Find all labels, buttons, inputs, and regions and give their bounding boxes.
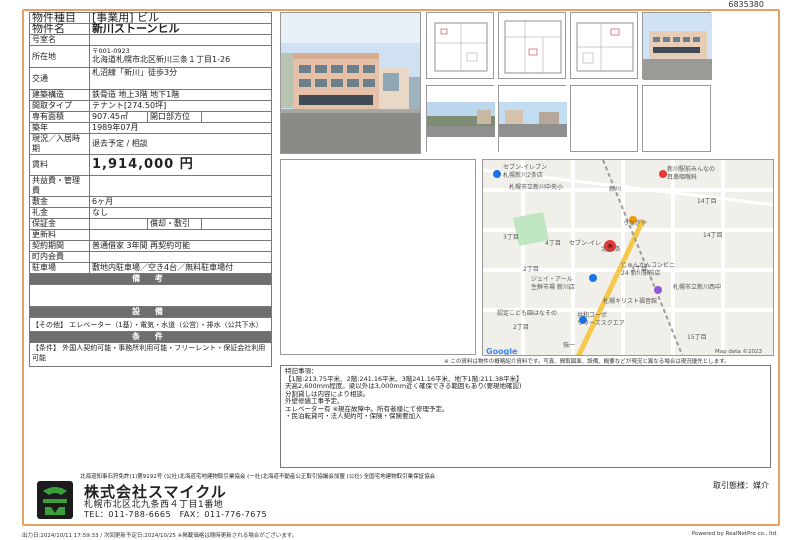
built-label: 築年 <box>29 122 90 134</box>
built-value: 1989年07月 <box>89 122 272 134</box>
map-label: 新川 <box>609 185 621 193</box>
map-label: 14丁目 <box>703 232 723 239</box>
town-fee-label: 町内会費 <box>29 251 90 263</box>
key-money-label: 礼金 <box>29 207 90 219</box>
renewal-label: 更新料 <box>29 229 90 241</box>
company-contact: TEL：011-788-6665 FAX：011-776-7675 <box>84 510 268 519</box>
traffic-value: 札沼線「新川」徒歩3分 <box>89 67 272 90</box>
print-info: 出力日:2024/10/11 17:59:33 / 次回更新予定日:2024/1… <box>22 533 298 539</box>
map-label: 新川駅前みんなの <box>667 165 715 173</box>
renewal-value <box>89 229 272 241</box>
map-label: 北24条 <box>601 245 621 253</box>
photo-slot-large-empty <box>280 159 476 355</box>
map-label: 2丁目 <box>513 324 529 331</box>
parking-value: 敷地内駐車場／空き4台／無料駐車場付 <box>89 262 272 274</box>
traffic-label: 交通 <box>29 67 90 90</box>
map-label: ジェイ・アール <box>531 276 573 283</box>
map-label: 強一 <box>563 341 575 349</box>
name-value: 新川ストーンヒル <box>89 23 272 35</box>
contract-label: 契約期間 <box>29 240 90 252</box>
map-label: リリーズスクエア <box>577 319 625 327</box>
biko-body <box>29 284 272 307</box>
amort-value <box>201 218 272 230</box>
building-photo[interactable] <box>280 12 421 154</box>
map-disclaimer: ※ この資料は物件の概略紹介資料です。写真、間取図面、設備、概要などが現況と異な… <box>444 359 730 365</box>
license-info: 北海道知事石狩免許(1)第9192号 (公社)北海道宅地建物取引業協会 (一社)… <box>80 474 436 480</box>
deposit-value: 6ヶ月 <box>89 196 272 208</box>
floor-plan-3[interactable] <box>570 12 638 79</box>
map-label: 2丁目 <box>523 266 539 273</box>
joken-value: 【条件】 外国人契約可能・事務所利用可能・フリーレント・保証会社利用可能 <box>29 342 272 367</box>
location-label: 所在地 <box>29 45 90 68</box>
amort-label: 償却・敷引 <box>147 218 202 230</box>
fee-value <box>89 175 272 197</box>
transaction-type: 取引態様：媒介 <box>713 481 769 490</box>
street-photo-2[interactable] <box>498 85 567 153</box>
rent-value: 1,914,000 円 <box>92 156 194 172</box>
structure-value: 鉄骨造 地上3階 地下1階 <box>89 89 272 101</box>
map-label: 3丁目 <box>503 234 519 241</box>
zip-code: 〒001-0923 <box>92 47 130 55</box>
deposit-label: 敷金 <box>29 196 90 208</box>
contract-value: 普通借家 3年間 再契約可能 <box>89 240 272 252</box>
guarantee-label: 保証金 <box>29 218 90 230</box>
status-value: 退去予定 / 相談 <box>89 133 272 155</box>
photo-slot-empty-1 <box>570 85 638 152</box>
joken-header: 条 件 <box>29 331 272 343</box>
layout-label: 間取タイプ <box>29 100 90 112</box>
map-label: セブン-イレブン <box>503 163 547 171</box>
area-label: 専有面積 <box>29 111 90 123</box>
biko-header: 備 考 <box>29 273 272 285</box>
structure-label: 建築構造 <box>29 89 90 101</box>
google-logo: Google <box>486 347 518 356</box>
area-value: 907.45㎡ <box>89 111 148 123</box>
floor-plan-1[interactable] <box>426 12 494 79</box>
remarks-line: 分割貸しは内容により相談。 <box>285 389 370 398</box>
status-label: 現況／入居時期 <box>29 133 90 155</box>
room-label: 号室名 <box>29 34 90 46</box>
map-label: 15丁目 <box>687 334 707 341</box>
map-label: 生鮮市場 新川店 <box>531 283 575 291</box>
spec-table: 物件種目 [事業用] ビル 物件名 新川ストーンヒル 号室名 所在地 〒001-092… <box>29 12 272 367</box>
exterior-photo[interactable] <box>642 12 712 80</box>
floor-plan-2[interactable] <box>498 12 566 79</box>
room-value <box>89 34 272 46</box>
location-map[interactable]: セブン-イレブン 札幌新川2条店札幌市立新川中央小 新川 新川駅前みんなの 耳鼻咽喉科う… <box>482 159 774 356</box>
map-label: 札幌キリスト福音館 <box>603 297 657 305</box>
company-logo-icon <box>37 481 73 519</box>
setsubi-header: 設 備 <box>29 306 272 318</box>
setsubi-value: 【その他】 エレベーター（1基）・電気・水道（公営）・排水（公共下水） <box>29 317 272 332</box>
powered-by: Powered by RealNetPro co., ltd. <box>691 531 778 537</box>
map-label: うなぎや <box>623 219 647 227</box>
document-id: 6835380 <box>728 0 764 9</box>
name-label: 物件名 <box>29 23 90 35</box>
rent-label: 賃料 <box>29 154 90 176</box>
map-label: 札幌新川2条店 <box>503 171 543 179</box>
fee-label: 共益費・管理費 <box>29 175 90 197</box>
map-label: じゅんかんコンビニ <box>621 261 675 269</box>
map-label: 14丁目 <box>697 198 717 205</box>
special-remarks: 特記事項： 【1階:213.75平米、2階:241.16平米、3階241.16平… <box>280 365 771 468</box>
map-label: 24 新川駅前店 <box>621 269 661 277</box>
map-label: 札幌市立新川中央小 <box>509 183 563 191</box>
photo-slot-empty-2 <box>642 85 711 152</box>
address-value: 北海道札幌市北区新川三条１丁目1-26 <box>92 55 231 64</box>
map-label: 共和コーポ <box>577 311 607 319</box>
map-label: 4丁目 <box>545 240 561 247</box>
map-credit: Map data ©2023 <box>715 348 762 355</box>
map-label: 認定こども園はなその <box>497 309 557 317</box>
street-photo-1[interactable] <box>426 85 495 153</box>
direction-value <box>201 111 272 123</box>
map-label: 耳鼻咽喉科 <box>667 173 697 181</box>
map-label: 札幌市立新川西中 <box>673 283 721 291</box>
key-money-value: なし <box>89 207 272 219</box>
parking-label: 駐車場 <box>29 262 90 274</box>
remarks-line: ・民泊転貸可・法人契約可・保険・保険要加入 <box>285 412 422 420</box>
town-fee-value <box>89 251 272 263</box>
map-label: セブン-イレ <box>569 239 601 247</box>
guarantee-value <box>89 218 148 230</box>
direction-label: 開口部方位 <box>147 111 202 123</box>
layout-value: テナント[274.50坪] <box>89 100 272 112</box>
